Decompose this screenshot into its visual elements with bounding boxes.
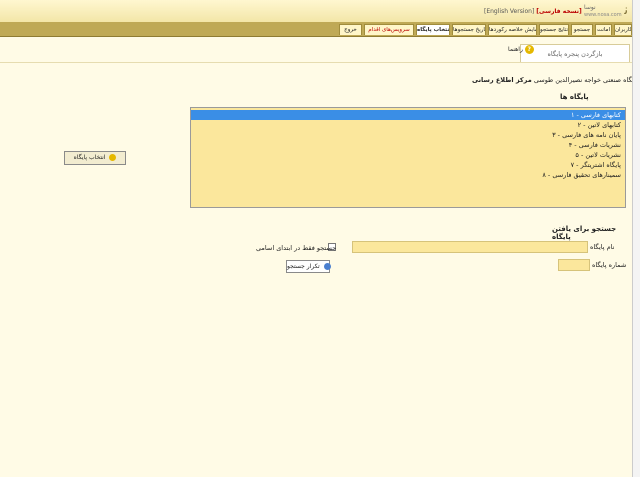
persian-version-label[interactable]: [نسخه فارسی] [536, 8, 582, 15]
logo-mark-icon: ﻧ [624, 3, 628, 18]
logo-name: نوسا [584, 4, 596, 11]
database-number-input[interactable] [558, 259, 590, 271]
info-center: دانشگاه صنعتی خواجه نصیرالدین طوسی مرکز … [472, 76, 640, 84]
tab-loan[interactable]: امانت [595, 24, 612, 35]
database-listbox[interactable]: ۱ - کتابهای فارسی ۲ - کتابهای لاتین ۳ - … [190, 107, 626, 208]
select-database-button[interactable]: انتخاب پایگاه [64, 151, 126, 165]
tab-services[interactable]: سرویس‌های اقدام [364, 24, 414, 35]
divider [0, 62, 632, 63]
tab-logout[interactable]: خروج [339, 24, 362, 35]
database-option[interactable]: ۸ - سمینارهای تحقیق فارسی [542, 170, 621, 180]
vertical-scrollbar[interactable] [632, 0, 640, 477]
database-option[interactable]: ۱ - کتابهای فارسی [191, 110, 625, 120]
logo-url: www.nosa.com [584, 12, 622, 18]
database-option[interactable]: ۴ - نشریات فارسی [569, 140, 621, 150]
repeat-search-button[interactable]: تکرار جستجو [286, 260, 331, 273]
info-center-value: دانشگاه صنعتی خواجه نصیرالدین طوسی [533, 76, 640, 84]
database-option[interactable]: ۲ - کتابهای لاتین [578, 120, 621, 130]
tab-users[interactable]: کاربران [614, 24, 632, 35]
info-center-label: مرکز اطلاع رسانی [472, 76, 532, 84]
english-version-link[interactable]: [English Version] [484, 8, 534, 15]
page-frame: [English Version] [نسخه فارسی] ﻧ نوسا ww… [0, 0, 640, 477]
select-database-label: انتخاب پایگاه [73, 154, 106, 161]
main-tab-bar: خروج سرویس‌های اقدام انتخاب پایگاه تاریخ… [0, 22, 632, 37]
databases-heading: پایگاه ها [560, 93, 589, 101]
repeat-icon [323, 263, 331, 270]
database-option[interactable]: ۷ - پایگاه اشتریتگر [571, 160, 621, 170]
database-number-label: شماره پایگاه [592, 261, 627, 269]
database-name-label: نام پایگاه [590, 243, 615, 251]
check-icon [109, 154, 117, 161]
tab-search-results[interactable]: نتایج جستجو [539, 24, 569, 35]
tab-search-history[interactable]: تاریخ جستجوها [452, 24, 486, 35]
repeat-search-label: تکرار جستجو [287, 263, 320, 270]
top-bar: [English Version] [نسخه فارسی] ﻧ نوسا ww… [0, 0, 632, 23]
logo: ﻧ نوسا www.nosa.com [580, 3, 630, 20]
database-name-input[interactable] [352, 241, 588, 253]
tab-select-database[interactable]: انتخاب پایگاه [416, 24, 450, 35]
database-option[interactable]: ۳ - پایان نامه های فارسی [552, 130, 621, 140]
database-option[interactable]: ۵ - نشریات لاتین [575, 150, 621, 160]
search-heading: جستجو برای یافتن پایگاه [552, 225, 617, 241]
page-tab-database-window[interactable]: بازگردن پنجره پایگاه [520, 44, 630, 62]
help-link[interactable]: راهنما ? [508, 45, 534, 54]
language-switch: [English Version] [نسخه فارسی] [484, 8, 582, 15]
help-label: راهنما [508, 46, 523, 53]
tab-search[interactable]: جستجو [571, 24, 593, 35]
tab-record-summary[interactable]: نمایش خلاصه رکوردها [488, 24, 537, 35]
prefix-search-label: جستجو فقط در ابتدای اسامی [256, 244, 337, 252]
help-icon: ? [524, 45, 534, 54]
